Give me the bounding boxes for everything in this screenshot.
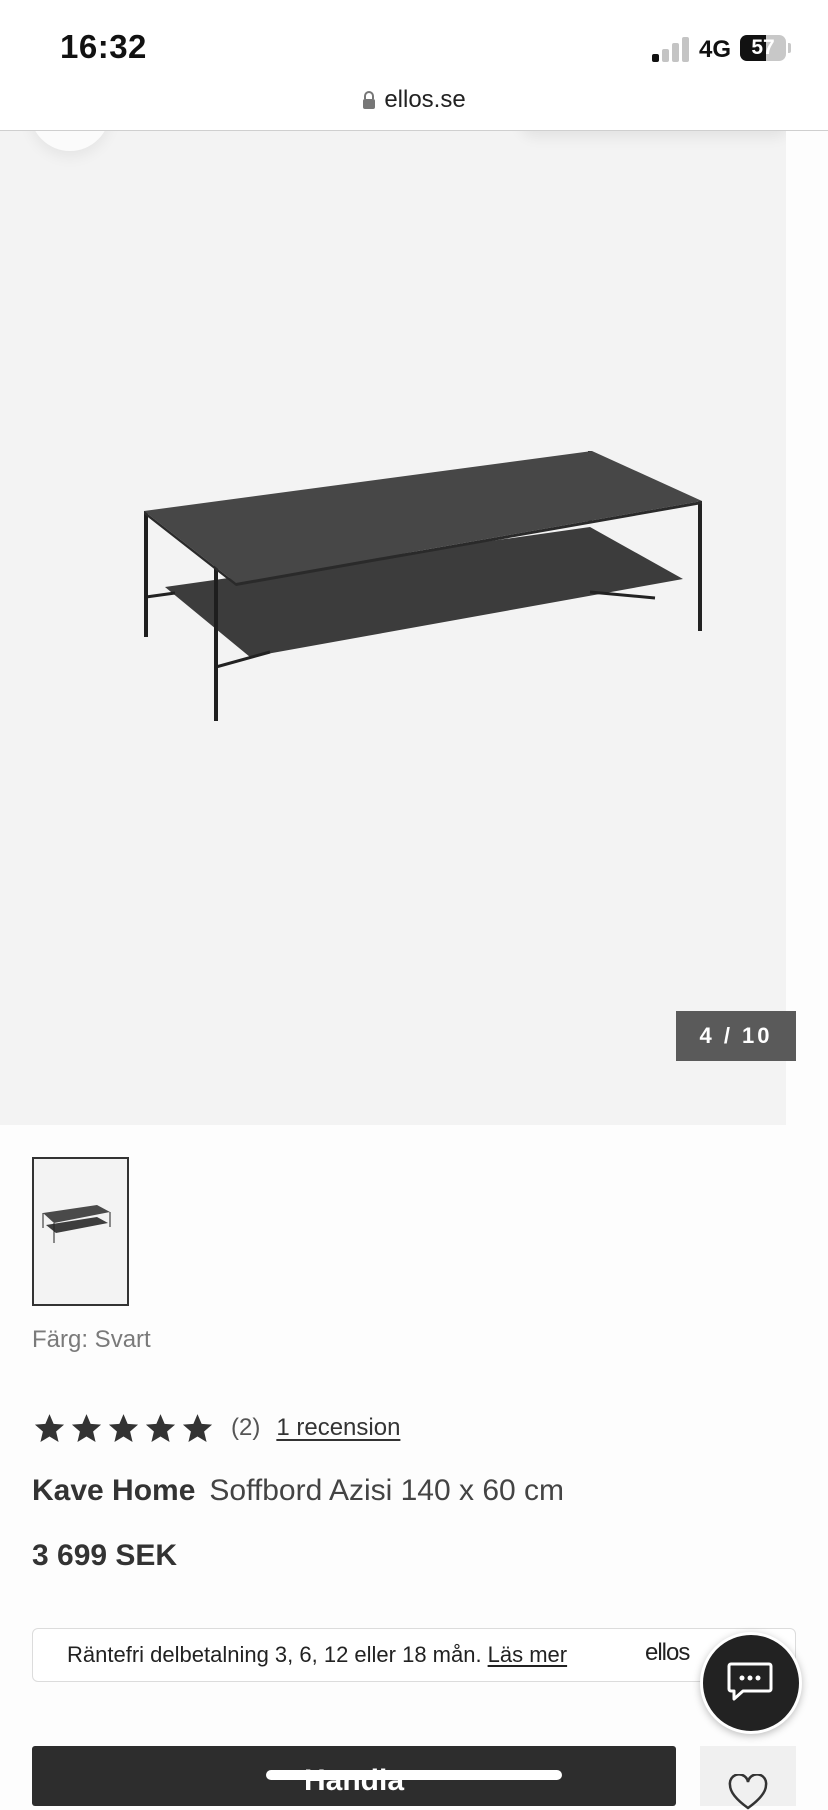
- product-title: Kave Home Soffbord Azisi 140 x 60 cm: [32, 1474, 564, 1508]
- star-icon: [145, 1413, 176, 1442]
- browser-url-bar[interactable]: ellos.se: [0, 80, 828, 131]
- network-type: 4G: [699, 36, 732, 63]
- battery-icon: 57: [740, 35, 791, 63]
- star-icon: [182, 1413, 213, 1442]
- signal-icon: [652, 36, 690, 62]
- thumbnail-image: [42, 1205, 111, 1243]
- product-price: 3 699 SEK: [32, 1539, 178, 1572]
- url-display[interactable]: ellos.se: [0, 86, 828, 114]
- brand-name[interactable]: Kave Home: [32, 1474, 195, 1507]
- reviews-link[interactable]: 1 recension: [276, 1414, 400, 1442]
- product-image: [144, 451, 702, 721]
- star-icon: [34, 1413, 65, 1442]
- color-label: Färg: Svart: [32, 1326, 151, 1353]
- rating-count: (2): [231, 1414, 261, 1441]
- home-indicator: [266, 1770, 562, 1780]
- read-more-link[interactable]: Läs mer: [488, 1642, 567, 1667]
- star-icon: [108, 1413, 139, 1442]
- rating-stars: [32, 1412, 215, 1445]
- chat-button[interactable]: [700, 1632, 802, 1734]
- chat-bubble-icon: [727, 1662, 773, 1701]
- wishlist-button[interactable]: [700, 1746, 796, 1810]
- product-name: Soffbord Azisi 140 x 60 cm: [209, 1474, 565, 1507]
- battery-level: 57: [751, 36, 775, 59]
- financing-text-row: Räntefri delbetalning 3, 6, 12 eller 18 …: [67, 1642, 567, 1668]
- lock-icon: [363, 91, 376, 109]
- url-text: ellos.se: [384, 86, 466, 113]
- product-image-gallery[interactable]: [0, 131, 786, 1125]
- status-time: 16:32: [60, 28, 147, 65]
- star-icon: [71, 1413, 102, 1442]
- heart-icon: [728, 1774, 768, 1810]
- rating-row: (2) 1 recension: [32, 1408, 400, 1448]
- financing-banner: Räntefri delbetalning 3, 6, 12 eller 18 …: [32, 1628, 796, 1682]
- thumbnail-image-selected[interactable]: [32, 1157, 129, 1306]
- image-counter-badge: 4 / 10: [676, 1011, 796, 1061]
- ellos-logo: ellos: [645, 1639, 690, 1666]
- financing-text: Räntefri delbetalning 3, 6, 12 eller 18 …: [67, 1642, 482, 1667]
